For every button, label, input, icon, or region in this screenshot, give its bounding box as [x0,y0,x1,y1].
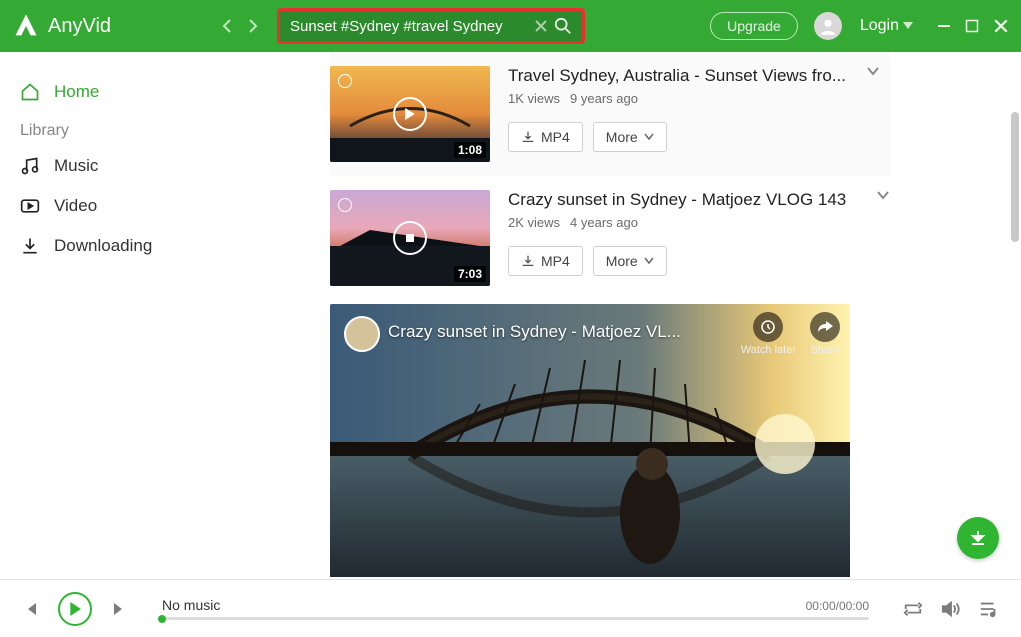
download-fab[interactable] [957,517,999,559]
minimize-button[interactable] [937,19,951,33]
avatar[interactable] [814,12,842,40]
sidebar-item-downloading[interactable]: Downloading [20,226,200,266]
sidebar-item-video[interactable]: Video [20,186,200,226]
more-button[interactable]: More [593,246,667,276]
app-name: AnyVid [48,15,111,38]
format-button[interactable]: MP4 [508,122,583,152]
sidebar-item-music[interactable]: Music [20,146,200,186]
seek-bar[interactable] [162,617,869,620]
sidebar-section-header: Library [20,112,200,146]
next-track-button[interactable] [110,600,128,618]
app-header: AnyVid Upgrade Login [0,0,1021,52]
upgrade-button[interactable]: Upgrade [710,12,798,40]
music-icon [20,156,40,176]
more-button[interactable]: More [593,122,667,152]
duration-badge: 7:03 [454,266,486,282]
home-icon [20,82,40,102]
play-icon [68,602,82,616]
search-input[interactable] [290,18,534,35]
chevron-down-icon [644,133,654,141]
volume-button[interactable] [941,600,961,618]
nav-forward-button[interactable] [247,18,259,34]
format-button[interactable]: MP4 [508,246,583,276]
close-button[interactable] [993,18,1009,34]
select-circle-icon[interactable] [338,198,352,212]
chevron-down-icon [903,22,913,30]
maximize-button[interactable] [965,19,979,33]
stop-icon [393,221,427,255]
download-icon [20,236,40,256]
sidebar-label: Video [54,196,97,216]
search-result: 1:08 Travel Sydney, Australia - Sunset V… [330,52,890,176]
window-controls [937,18,1009,34]
main-content: 1:08 Travel Sydney, Australia - Sunset V… [200,52,1021,577]
chevron-down-icon [644,257,654,265]
chevron-down-icon[interactable] [866,66,880,76]
play-button[interactable] [58,592,92,626]
login-label: Login [860,17,899,35]
time-display: 00:00/00:00 [806,599,869,613]
download-file-icon [521,130,535,144]
scrollbar[interactable] [1011,112,1019,242]
watch-later-button[interactable]: Watch later [741,312,796,356]
clear-search-icon[interactable] [534,19,548,33]
player-title: Crazy sunset in Sydney - Matjoez VL... [388,322,681,342]
sidebar-label: Downloading [54,236,152,256]
nav-back-button[interactable] [221,18,233,34]
repeat-button[interactable] [903,600,923,618]
video-thumbnail[interactable]: 7:03 [330,190,490,286]
app-logo-icon [12,12,40,40]
playlist-button[interactable] [979,600,999,618]
previous-track-button[interactable] [22,600,40,618]
sidebar-item-home[interactable]: Home [20,72,200,112]
play-icon [393,97,427,131]
search-bar [277,8,585,44]
search-result: 7:03 Crazy sunset in Sydney - Matjoez VL… [330,176,890,300]
nav-arrows [221,18,259,34]
download-icon [968,528,988,548]
sidebar-label: Home [54,82,99,102]
chevron-down-icon[interactable] [876,190,890,200]
sidebar: Home Library Music Video Downloading [0,52,200,577]
login-button[interactable]: Login [860,17,913,35]
result-stats: 1K views9 years ago [508,91,880,106]
share-arrow-icon [817,320,833,334]
share-button[interactable]: Share [810,312,840,356]
duration-badge: 1:08 [454,142,486,158]
now-playing-label: No music [162,597,220,613]
player-bar: No music 00:00/00:00 [0,579,1021,637]
select-circle-icon[interactable] [338,74,352,88]
track-area: No music 00:00/00:00 [146,597,885,620]
sidebar-label: Music [54,156,98,176]
video-thumbnail[interactable]: 1:08 [330,66,490,162]
result-title[interactable]: Travel Sydney, Australia - Sunset Views … [508,66,854,86]
video-icon [20,196,40,216]
video-player[interactable]: Crazy sunset in Sydney - Matjoez VL... W… [330,304,850,577]
download-file-icon [521,254,535,268]
search-icon[interactable] [554,17,572,35]
clock-icon [760,319,776,335]
channel-avatar[interactable] [344,316,380,352]
result-stats: 2K views4 years ago [508,215,890,230]
result-title[interactable]: Crazy sunset in Sydney - Matjoez VLOG 14… [508,190,864,210]
